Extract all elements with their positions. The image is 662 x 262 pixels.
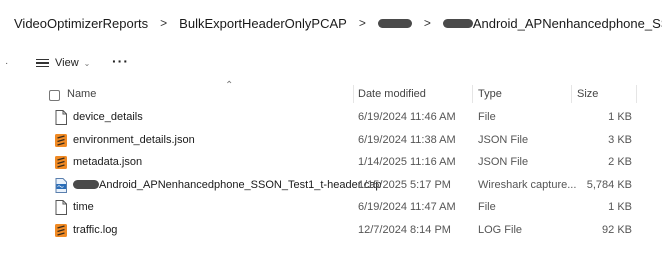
- file-name: traffic.log: [73, 223, 118, 236]
- file-name: environment_details.json: [73, 133, 195, 146]
- file-name: metadata.json: [73, 156, 143, 168]
- sublime-file-icon: [54, 223, 68, 238]
- view-button-label: View: [55, 57, 79, 69]
- breadcrumb: VideoOptimizerReports > BulkExportHeader…: [0, 0, 662, 46]
- chevron-down-icon: ⌄: [83, 58, 91, 68]
- column-header-row: Name Date modified Type Size: [28, 83, 662, 105]
- blank-file-icon: [54, 200, 68, 215]
- file-row[interactable]: traffic.log 12/7/2024 8:14 PM LOG File 9…: [28, 219, 662, 242]
- select-all-checkbox[interactable]: [49, 90, 60, 101]
- column-divider[interactable]: [571, 85, 572, 103]
- redacted-text: [377, 18, 412, 28]
- blank-file-icon: [54, 110, 68, 125]
- column-header-date[interactable]: Date modified: [358, 83, 426, 105]
- file-list: ⌃ Name Date modified Type Size device_de…: [28, 80, 662, 262]
- file-size: 1 KB: [608, 111, 632, 123]
- file-size: 2 KB: [608, 156, 632, 168]
- list-view-icon: [36, 57, 49, 70]
- file-name: time: [73, 201, 94, 213]
- file-date: 12/7/2024 8:14 PM: [358, 223, 451, 236]
- file-type: JSON File: [478, 133, 529, 146]
- file-size: 3 KB: [608, 133, 632, 146]
- file-row[interactable]: environment_details.json 6/19/2024 11:38…: [28, 129, 662, 152]
- file-type: JSON File: [478, 156, 529, 168]
- file-date: 1/15/2025 5:17 PM: [358, 178, 451, 191]
- breadcrumb-current-label: Android_APNenhancedphone_SSON_Test1: [472, 15, 662, 31]
- sublime-file-icon: [54, 155, 68, 170]
- file-row[interactable]: time 6/19/2024 11:47 AM File 1 KB: [28, 196, 662, 219]
- wireshark-file-icon: [54, 177, 68, 193]
- column-header-type[interactable]: Type: [478, 83, 502, 105]
- file-date: 6/19/2024 11:38 AM: [358, 133, 456, 146]
- breadcrumb-item-current-folder[interactable]: Android_APNenhancedphone_SSON_Test1: [442, 15, 662, 31]
- redacted-text: [73, 180, 99, 190]
- file-name: device_details: [73, 111, 143, 123]
- file-name: Android_APNenhancedphone_SSON_Test1_t-he…: [73, 179, 382, 191]
- breadcrumb-separator[interactable]: >: [359, 16, 366, 30]
- column-divider[interactable]: [472, 85, 473, 103]
- breadcrumb-item-bulkexport[interactable]: BulkExportHeaderOnlyPCAP: [179, 16, 347, 31]
- breadcrumb-item-redacted[interactable]: [377, 18, 412, 28]
- sublime-file-icon: [54, 133, 68, 148]
- file-type: File: [478, 111, 496, 123]
- file-type: File: [478, 201, 496, 213]
- pane-edge-dot: ·: [5, 58, 9, 69]
- more-options-button[interactable]: ···: [112, 52, 129, 74]
- file-type: Wireshark capture...: [478, 178, 577, 191]
- breadcrumb-separator[interactable]: >: [424, 16, 431, 30]
- file-date: 6/19/2024 11:47 AM: [358, 201, 456, 213]
- file-date: 1/14/2025 11:16 AM: [358, 156, 456, 168]
- view-button[interactable]: View ⌄: [36, 52, 90, 74]
- file-row[interactable]: device_details 6/19/2024 11:46 AM File 1…: [28, 106, 662, 129]
- breadcrumb-item-videooptimizerreports[interactable]: VideoOptimizerReports: [14, 16, 148, 31]
- file-size: 5,784 KB: [586, 178, 632, 191]
- file-row[interactable]: metadata.json 1/14/2025 11:16 AM JSON Fi…: [28, 151, 662, 174]
- file-name-label: Android_APNenhancedphone_SSON_Test1_t-he…: [99, 178, 382, 191]
- file-size: 92 KB: [602, 223, 632, 236]
- column-divider[interactable]: [636, 85, 637, 103]
- file-type: LOG File: [478, 223, 523, 236]
- file-size: 1 KB: [608, 201, 632, 213]
- column-header-size[interactable]: Size: [577, 83, 598, 105]
- file-row[interactable]: Android_APNenhancedphone_SSON_Test1_t-he…: [28, 174, 662, 197]
- breadcrumb-separator[interactable]: >: [160, 16, 167, 30]
- column-divider[interactable]: [353, 85, 354, 103]
- column-header-name[interactable]: Name: [67, 88, 96, 100]
- file-rows: device_details 6/19/2024 11:46 AM File 1…: [28, 106, 662, 241]
- redacted-text: [442, 18, 473, 28]
- command-bar: · View ⌄ ···: [0, 48, 662, 78]
- file-date: 6/19/2024 11:46 AM: [358, 111, 456, 123]
